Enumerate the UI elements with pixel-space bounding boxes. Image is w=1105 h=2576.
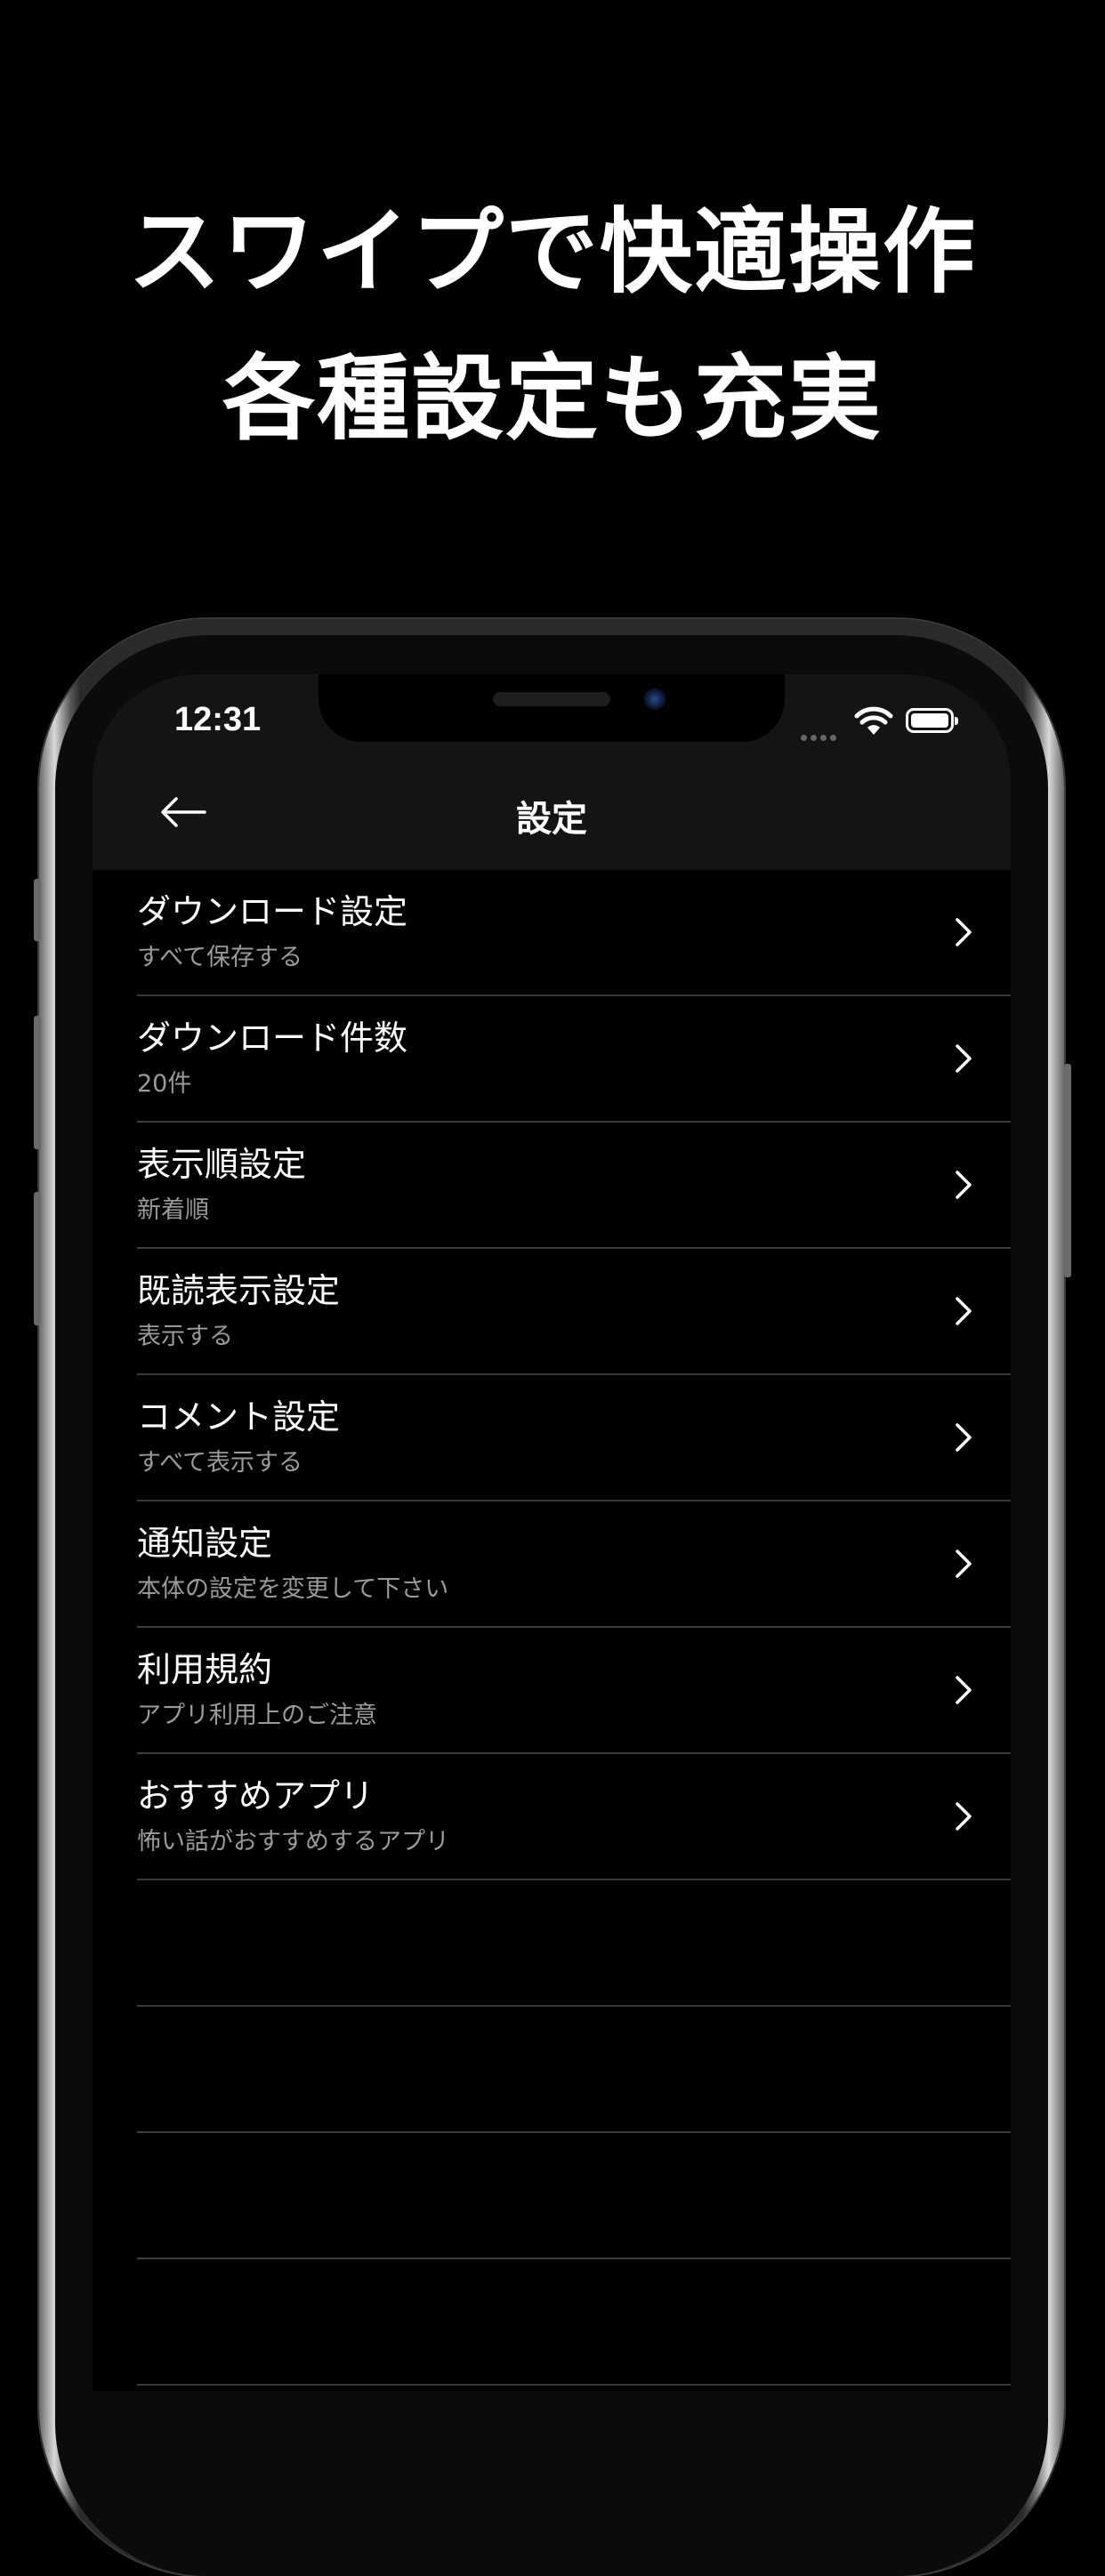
- chevron-right-icon: [956, 1297, 972, 1325]
- settings-row-notification[interactable]: 通知設定 本体の設定を変更して下さい: [137, 1501, 1011, 1628]
- promo-headline: スワイプで快適操作 各種設定も充実: [0, 178, 1105, 471]
- settings-row-download-setting[interactable]: ダウンロード設定 すべて保存する: [137, 870, 1011, 996]
- row-title: 利用規約: [137, 1650, 273, 1689]
- chevron-right-icon: [956, 1171, 972, 1199]
- row-title: おすすめアプリ: [137, 1776, 375, 1815]
- phone-screen: 12:31 設定 ダウンロード設定 すべて保存する ダウンロード件数 20件 表…: [93, 674, 1011, 2391]
- row-subtitle: 20件: [137, 1070, 192, 1098]
- chevron-right-icon: [956, 918, 972, 946]
- row-title: 既読表示設定: [137, 1271, 341, 1310]
- notch: [319, 674, 785, 742]
- chevron-right-icon: [956, 1802, 972, 1831]
- volume-down-button: [34, 1192, 41, 1325]
- chevron-right-icon: [956, 1044, 972, 1073]
- chevron-right-icon: [956, 1676, 972, 1704]
- row-title: 通知設定: [137, 1524, 273, 1563]
- status-and-nav-bar: 12:31 設定: [93, 674, 1011, 870]
- settings-row-read-display[interactable]: 既読表示設定 表示する: [137, 1249, 1011, 1375]
- page-title: 設定: [516, 799, 587, 840]
- settings-row-display-order[interactable]: 表示順設定 新着順: [137, 1123, 1011, 1249]
- promo-line-2: 各種設定も充実: [222, 343, 883, 453]
- settings-row-terms[interactable]: 利用規約 アプリ利用上のご注意: [137, 1628, 1011, 1754]
- front-camera-icon: [644, 688, 665, 710]
- chevron-right-icon: [956, 1550, 972, 1578]
- promo-line-1: スワイプで快適操作: [127, 197, 977, 306]
- settings-list: ダウンロード設定 すべて保存する ダウンロード件数 20件 表示順設定 新着順 …: [93, 870, 1011, 2386]
- status-time: 12:31: [174, 701, 262, 738]
- empty-list-row: [137, 1880, 1011, 2007]
- volume-up-button: [34, 1016, 41, 1149]
- chevron-right-icon: [956, 1423, 972, 1452]
- battery-icon: [906, 708, 958, 733]
- row-subtitle: すべて表示する: [137, 1449, 303, 1477]
- row-title: ダウンロード件数: [137, 1018, 408, 1058]
- row-subtitle: アプリ利用上のご注意: [137, 1702, 377, 1729]
- mute-switch: [34, 879, 41, 941]
- row-subtitle: すべて保存する: [137, 944, 303, 971]
- power-button: [1064, 1064, 1071, 1277]
- empty-list-row: [137, 2133, 1011, 2259]
- row-title: ダウンロード設定: [137, 892, 408, 931]
- wifi-icon: [854, 706, 893, 735]
- row-subtitle: 新着順: [137, 1196, 209, 1224]
- row-subtitle: 表示する: [137, 1323, 233, 1350]
- settings-row-comment[interactable]: コメント設定 すべて表示する: [137, 1375, 1011, 1501]
- empty-list-row: [137, 2007, 1011, 2133]
- speaker-grille: [493, 692, 610, 706]
- row-title: 表示順設定: [137, 1145, 307, 1184]
- empty-list-row: [137, 2259, 1011, 2386]
- row-subtitle: 本体の設定を変更して下さい: [137, 1575, 449, 1603]
- row-subtitle: 怖い話がおすすめするアプリ: [137, 1828, 449, 1856]
- settings-row-recommended-apps[interactable]: おすすめアプリ 怖い話がおすすめするアプリ: [137, 1754, 1011, 1880]
- signal-dots-icon: [801, 728, 840, 745]
- row-title: コメント設定: [137, 1397, 341, 1437]
- settings-row-download-count[interactable]: ダウンロード件数 20件: [137, 996, 1011, 1123]
